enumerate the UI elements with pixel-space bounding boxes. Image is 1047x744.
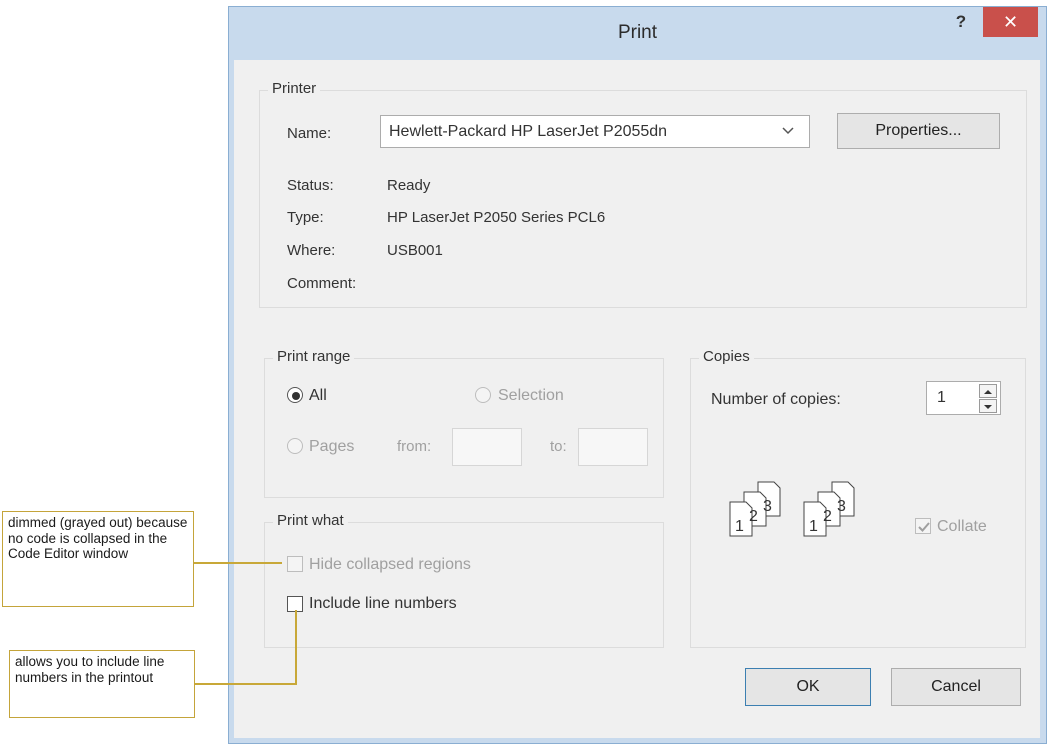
spin-up-button[interactable] (979, 384, 997, 398)
copies-value: 1 (937, 389, 946, 406)
collate-page-1b: 1 (809, 518, 818, 535)
collate-page-3b: 3 (837, 498, 846, 515)
callout-dimmed-leader (194, 562, 282, 564)
from-input[interactable] (452, 428, 522, 466)
all-label[interactable]: All (309, 387, 327, 405)
collate-page-2b: 2 (823, 508, 832, 525)
print-range-group-label: Print range (273, 348, 355, 365)
pages-radio[interactable] (287, 438, 303, 454)
collate-page-3: 3 (763, 498, 772, 515)
cancel-button[interactable]: Cancel (891, 668, 1021, 706)
collate-checkbox[interactable] (915, 518, 931, 534)
printer-name-combo[interactable]: Hewlett-Packard HP LaserJet P2055dn (380, 115, 810, 148)
hide-collapsed-regions-label: Hide collapsed regions (309, 556, 471, 573)
name-label: Name: (287, 125, 332, 142)
where-value: USB001 (387, 242, 443, 259)
callout-line-numbers-leader-v (295, 610, 297, 685)
to-label: to: (550, 438, 567, 455)
include-line-numbers-label[interactable]: Include line numbers (309, 595, 457, 613)
triangle-down-icon (984, 405, 992, 409)
ok-button[interactable]: OK (745, 668, 871, 706)
where-label: Where: (287, 242, 336, 259)
copies-spinner[interactable]: 1 (926, 381, 1001, 415)
collate-label: Collate (937, 518, 987, 535)
selection-radio[interactable] (475, 387, 491, 403)
collate-page-1: 1 (735, 518, 744, 535)
collate-icon: 1 2 3 1 2 3 (726, 480, 886, 550)
callout-line-numbers-leader-h (195, 683, 297, 685)
callout-dimmed: dimmed (grayed out) because no code is c… (2, 511, 194, 607)
type-label: Type: (287, 209, 324, 226)
check-icon (918, 522, 930, 532)
triangle-up-icon (984, 390, 992, 394)
type-value: HP LaserJet P2050 Series PCL6 (387, 209, 606, 226)
properties-button[interactable]: Properties... (837, 113, 1000, 149)
print-dialog: Print ? ✕ Printer Name: Hewlett-Packard … (228, 6, 1047, 744)
print-what-group: Print what (264, 512, 664, 648)
from-label: from: (397, 438, 432, 455)
properties-button-label: Properties... (875, 122, 962, 139)
printer-name-value: Hewlett-Packard HP LaserJet P2055dn (389, 123, 668, 140)
all-radio-dot (292, 392, 300, 400)
printer-group-label: Printer (268, 80, 321, 97)
chevron-down-icon (781, 124, 795, 143)
pages-label: Pages (309, 438, 355, 455)
collate-page-2: 2 (749, 508, 758, 525)
help-button[interactable]: ? (939, 7, 983, 37)
cancel-button-label: Cancel (931, 678, 981, 695)
comment-label: Comment: (287, 275, 357, 292)
all-radio[interactable] (287, 387, 303, 403)
dialog-client-area: Printer Name: Hewlett-Packard HP LaserJe… (234, 60, 1040, 738)
dialog-title: Print (617, 22, 658, 43)
status-value: Ready (387, 177, 431, 194)
print-what-group-label: Print what (273, 512, 348, 529)
copies-group-label: Copies (699, 348, 754, 365)
number-of-copies-label: Number of copies: (711, 391, 841, 408)
status-label: Status: (287, 177, 334, 194)
ok-button-label: OK (796, 678, 820, 695)
spin-down-button[interactable] (979, 399, 997, 413)
callout-line-numbers: allows you to include line numbers in th… (9, 650, 195, 718)
title-bar: Print ? ✕ (229, 7, 1046, 59)
close-button[interactable]: ✕ (983, 7, 1038, 37)
to-input[interactable] (578, 428, 648, 466)
hide-collapsed-regions-checkbox[interactable] (287, 556, 303, 572)
selection-label: Selection (498, 387, 564, 404)
